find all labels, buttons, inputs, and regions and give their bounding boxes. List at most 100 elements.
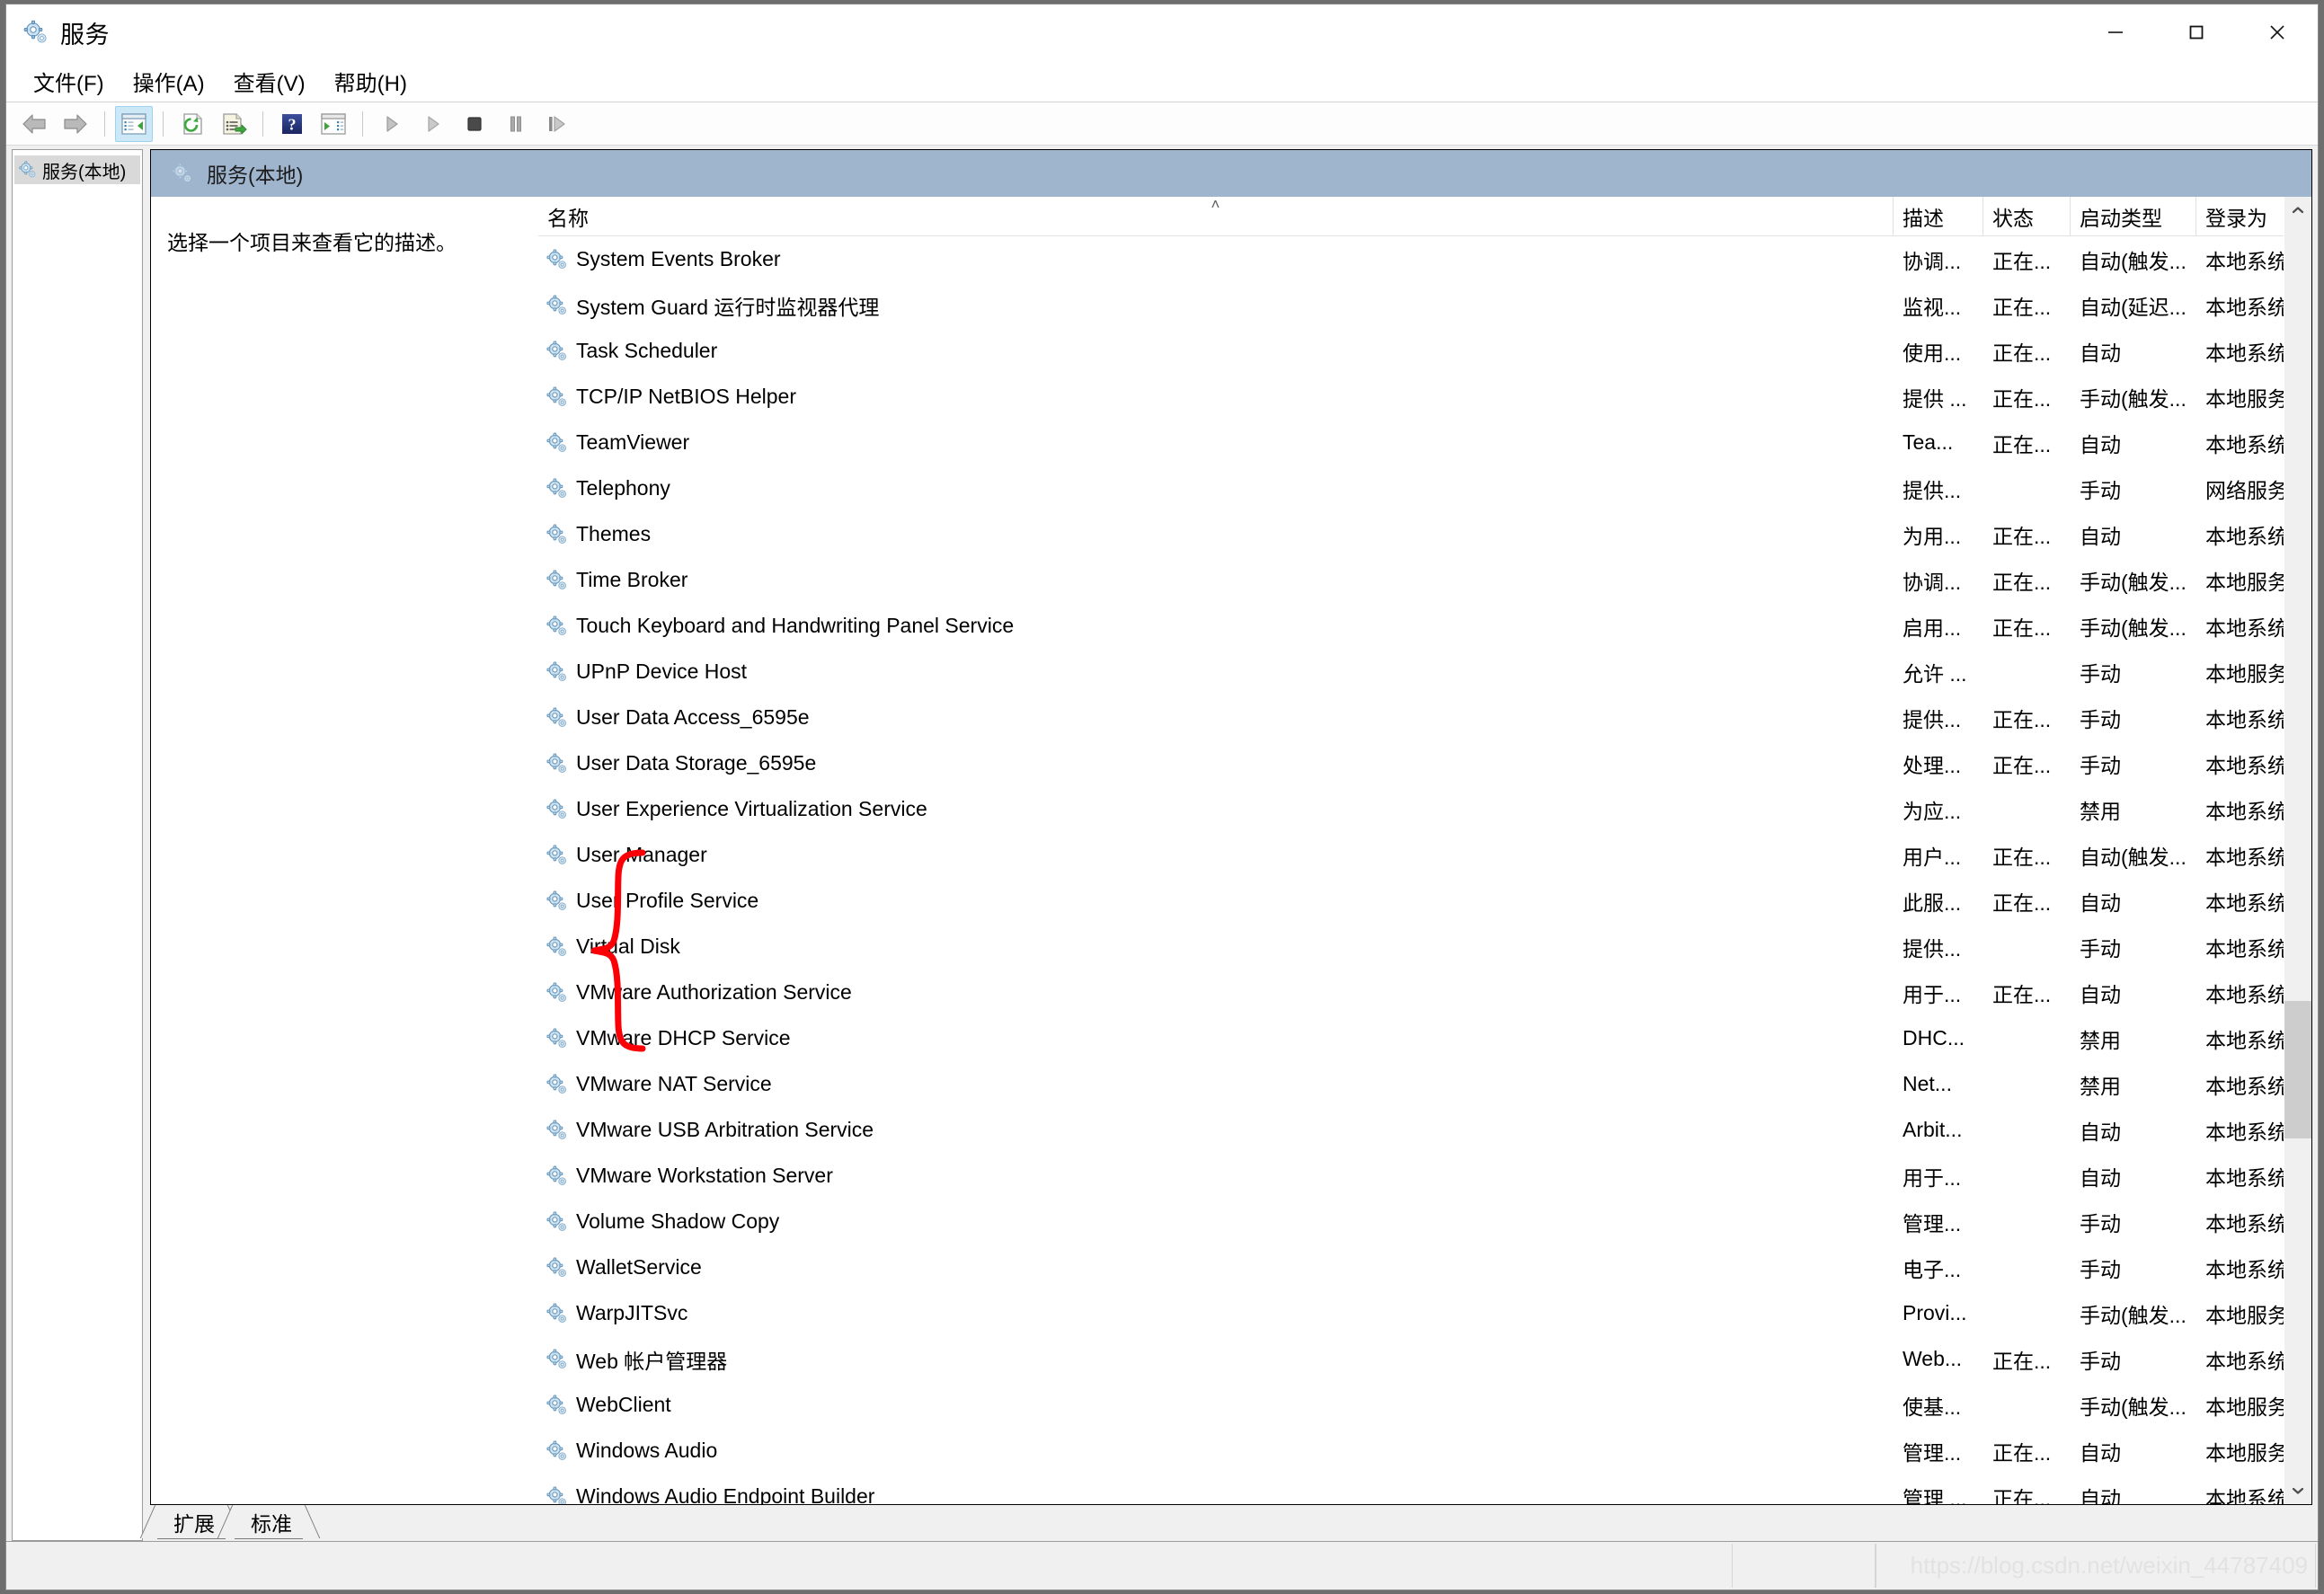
table-row[interactable]: Windows Audio 管理... 正在... 自动 本地服务	[538, 1428, 2311, 1474]
table-row[interactable]: Task Scheduler 使用... 正在... 自动 本地系统	[538, 328, 2311, 374]
menu-action[interactable]: 操作(A)	[119, 62, 219, 101]
tab-extended[interactable]: 扩展	[157, 1505, 226, 1539]
back-arrow-icon[interactable]	[15, 106, 53, 142]
cell-text: 自动	[2080, 1440, 2121, 1465]
table-row[interactable]: TCP/IP NetBIOS Helper 提供 ... 正在... 手动(触发...…	[538, 374, 2311, 420]
cell-text: VMware Workstation Server	[576, 1164, 833, 1187]
cell-description: 管理...	[1894, 1428, 1983, 1474]
show-action-pane-icon[interactable]	[315, 106, 352, 142]
table-row[interactable]: Windows Audio Endpoint Builder 管理 ... 正在..…	[538, 1474, 2311, 1504]
column-header-name[interactable]: 名称 ˄	[538, 197, 1894, 235]
table-row[interactable]: VMware DHCP Service DHC... 禁用 本地系统	[538, 1015, 2311, 1061]
table-row[interactable]: Touch Keyboard and Handwriting Panel Ser…	[538, 603, 2311, 649]
column-header-label: 状态	[1992, 206, 2034, 230]
table-row[interactable]: WebClient 使基... 手动(触发... 本地服务	[538, 1382, 2311, 1428]
view-tabs: 扩展 标准	[150, 1505, 2312, 1541]
minimize-button[interactable]	[2075, 4, 2156, 60]
column-header-startup[interactable]: 启动类型	[2071, 197, 2196, 235]
scroll-up-button[interactable]	[2284, 197, 2311, 224]
column-header-status[interactable]: 状态	[1983, 197, 2071, 235]
cell-text: 本地系统	[2205, 845, 2288, 869]
menu-view[interactable]: 查看(V)	[219, 62, 320, 101]
table-row[interactable]: User Experience Virtualization Service 为应…	[538, 786, 2311, 832]
table-row[interactable]: Web 帐户管理器 Web... 正在... 手动 本地系统	[538, 1336, 2311, 1382]
cell-text: 正在...	[1992, 1349, 2052, 1373]
table-row[interactable]: System Events Broker 协调... 正在... 自动(触发... 本地…	[538, 236, 2311, 282]
table-row[interactable]: VMware NAT Service Net... 禁用 本地系统	[538, 1061, 2311, 1107]
table-row[interactable]: User Profile Service 此服... 正在... 自动 本地系统	[538, 878, 2311, 924]
table-row[interactable]: Virtual Disk 提供... 手动 本地系统	[538, 924, 2311, 970]
cell-text: 自动	[2080, 1486, 2121, 1505]
cell-text: 本地系统	[2205, 1486, 2288, 1505]
cell-text: User Manager	[576, 843, 707, 866]
cell-description: 管理 ...	[1894, 1474, 1983, 1505]
cell-text: TeamViewer	[576, 430, 690, 454]
table-row[interactable]: Themes 为用... 正在... 自动 本地系统	[538, 511, 2311, 557]
cell-name: Volume Shadow Copy	[538, 1199, 1894, 1244]
table-row[interactable]: System Guard 运行时监视器代理 监视... 正在... 自动(延迟... 本…	[538, 282, 2311, 328]
cell-text: 手动	[2080, 936, 2121, 961]
menu-help[interactable]: 帮助(H)	[320, 62, 421, 101]
cell-description: 提供...	[1894, 695, 1983, 740]
resume-service-icon[interactable]	[414, 106, 452, 142]
cell-text: 手动	[2080, 661, 2121, 686]
table-row[interactable]: Telephony 提供... 手动 网络服务	[538, 465, 2311, 511]
show-hide-console-tree-icon[interactable]	[115, 105, 153, 142]
cell-status	[1983, 649, 2071, 695]
cell-startup: 禁用	[2071, 1015, 2196, 1061]
column-header-label: 登录为	[2205, 206, 2267, 230]
cell-text: 自动(延迟...	[2080, 295, 2187, 319]
table-row[interactable]: VMware Workstation Server 用于... 自动 本地系统	[538, 1153, 2311, 1199]
table-row[interactable]: TeamViewer Tea... 正在... 自动 本地系统	[538, 420, 2311, 465]
table-row[interactable]: WarpJITSvc Provi... 手动(触发... 本地服务	[538, 1290, 2311, 1336]
help-icon[interactable]: ?	[273, 106, 311, 142]
cell-status: 正在...	[1983, 557, 2071, 603]
table-row[interactable]: UPnP Device Host 允许 ... 手动 本地服务	[538, 649, 2311, 695]
cell-text: 本地系统	[2205, 1120, 2288, 1144]
cell-text: 正在...	[1992, 524, 2052, 548]
cell-text: 本地系统	[2205, 936, 2288, 961]
status-cell-1	[1732, 1544, 1876, 1588]
pause-service-icon[interactable]	[497, 106, 535, 142]
cell-name: Virtual Disk	[538, 924, 1894, 970]
cell-text: Virtual Disk	[576, 934, 680, 958]
cell-text: 本地系统	[2205, 524, 2288, 548]
table-row[interactable]: WalletService 电子... 手动 本地系统	[538, 1244, 2311, 1290]
cell-description: 协调...	[1894, 236, 1983, 282]
cell-startup: 自动	[2071, 328, 2196, 374]
scroll-down-button[interactable]	[2284, 1477, 2311, 1504]
export-list-icon[interactable]	[215, 106, 253, 142]
vertical-scrollbar[interactable]	[2284, 197, 2311, 1504]
cell-text: 协调...	[1903, 249, 1962, 273]
menu-file[interactable]: 文件(F)	[19, 62, 119, 101]
table-row[interactable]: User Data Access_6595e 提供... 正在... 手动 本地系统	[538, 695, 2311, 740]
restart-service-icon[interactable]	[538, 106, 576, 142]
start-service-icon[interactable]	[373, 106, 411, 142]
forward-arrow-icon[interactable]	[57, 106, 94, 142]
cell-text: 自动	[2080, 1165, 2121, 1190]
maximize-button[interactable]	[2156, 4, 2237, 60]
tree-node-services-local[interactable]: 服务(本地)	[14, 155, 140, 184]
stop-service-icon[interactable]	[456, 106, 493, 142]
cell-text: 自动	[2080, 432, 2121, 456]
cell-text: 管理...	[1903, 1211, 1962, 1235]
table-row[interactable]: Volume Shadow Copy 管理... 手动 本地系统	[538, 1199, 2311, 1244]
table-row[interactable]: User Data Storage_6595e 处理... 正在... 手动 本地系统	[538, 740, 2311, 786]
cell-startup: 自动	[2071, 1474, 2196, 1505]
cell-name: VMware NAT Service	[538, 1061, 1894, 1107]
table-row[interactable]: VMware USB Arbitration Service Arbit... 自动…	[538, 1107, 2311, 1153]
column-header-description[interactable]: 描述	[1894, 197, 1983, 235]
close-button[interactable]	[2237, 4, 2318, 60]
scrollbar-track[interactable]	[2284, 224, 2311, 1477]
table-row[interactable]: Time Broker 协调... 正在... 手动(触发... 本地服务	[538, 557, 2311, 603]
table-row[interactable]: User Manager 用户... 正在... 自动(触发... 本地系统	[538, 832, 2311, 878]
refresh-icon[interactable]	[173, 106, 211, 142]
tab-standard[interactable]: 标准	[235, 1505, 303, 1539]
service-gear-icon	[546, 294, 569, 317]
cell-text: 自动	[2080, 890, 2121, 915]
cell-description: Tea...	[1894, 420, 1983, 465]
svg-text:?: ?	[288, 115, 297, 133]
scrollbar-thumb[interactable]	[2284, 1000, 2311, 1139]
cell-status: 正在...	[1983, 1474, 2071, 1505]
table-row[interactable]: VMware Authorization Service 用于... 正在... 自动…	[538, 970, 2311, 1015]
